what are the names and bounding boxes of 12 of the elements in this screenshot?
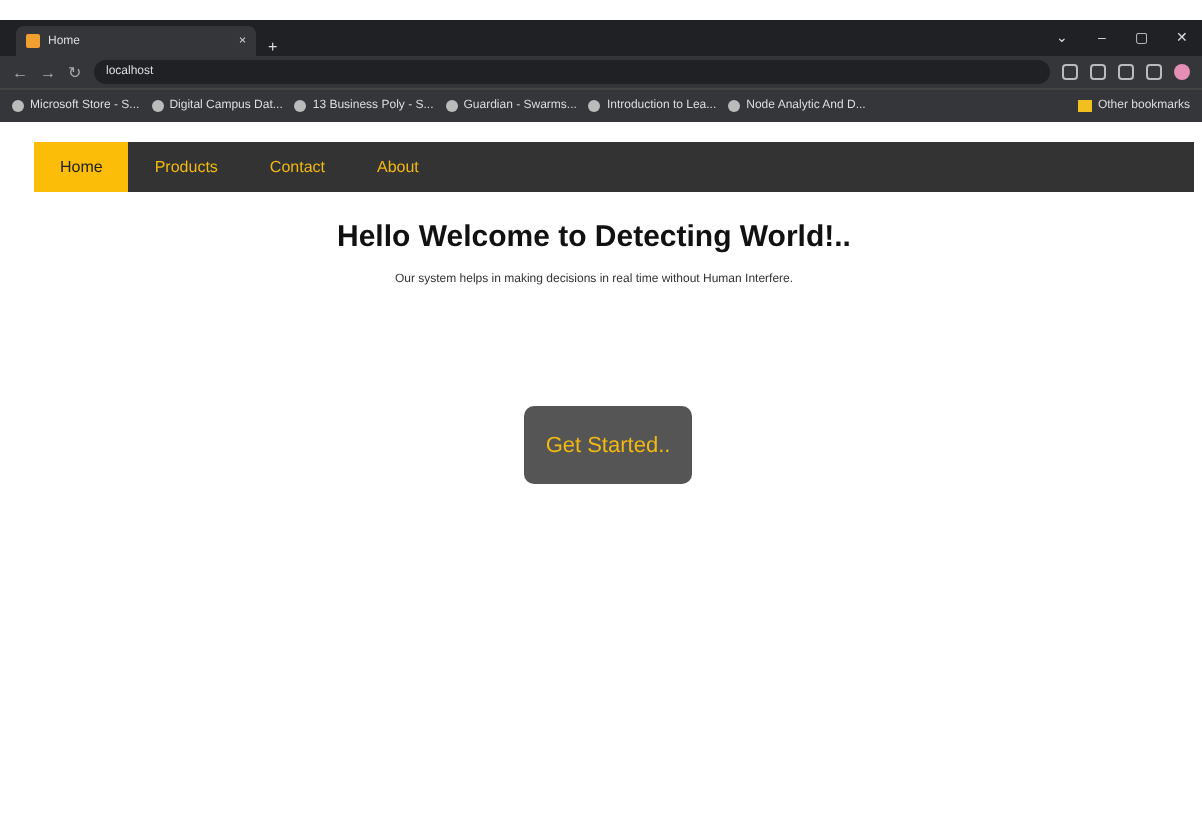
nav-link[interactable]: Products [128,142,244,192]
get-started-button[interactable]: Get Started.. [524,406,692,484]
favicon-icon [26,34,40,48]
forward-button[interactable]: → [40,63,56,81]
new-tab-button[interactable]: + [256,38,290,56]
back-button[interactable]: ← [12,63,28,81]
reload-button[interactable]: ↻ [68,63,82,81]
nav-link[interactable]: Home [34,142,129,192]
page-heading: Hello Welcome to Detecting World!.. [335,220,853,254]
nav-link[interactable]: About [351,142,445,192]
nav-link[interactable]: Contact [243,142,351,192]
avatar-icon[interactable] [1174,64,1190,80]
